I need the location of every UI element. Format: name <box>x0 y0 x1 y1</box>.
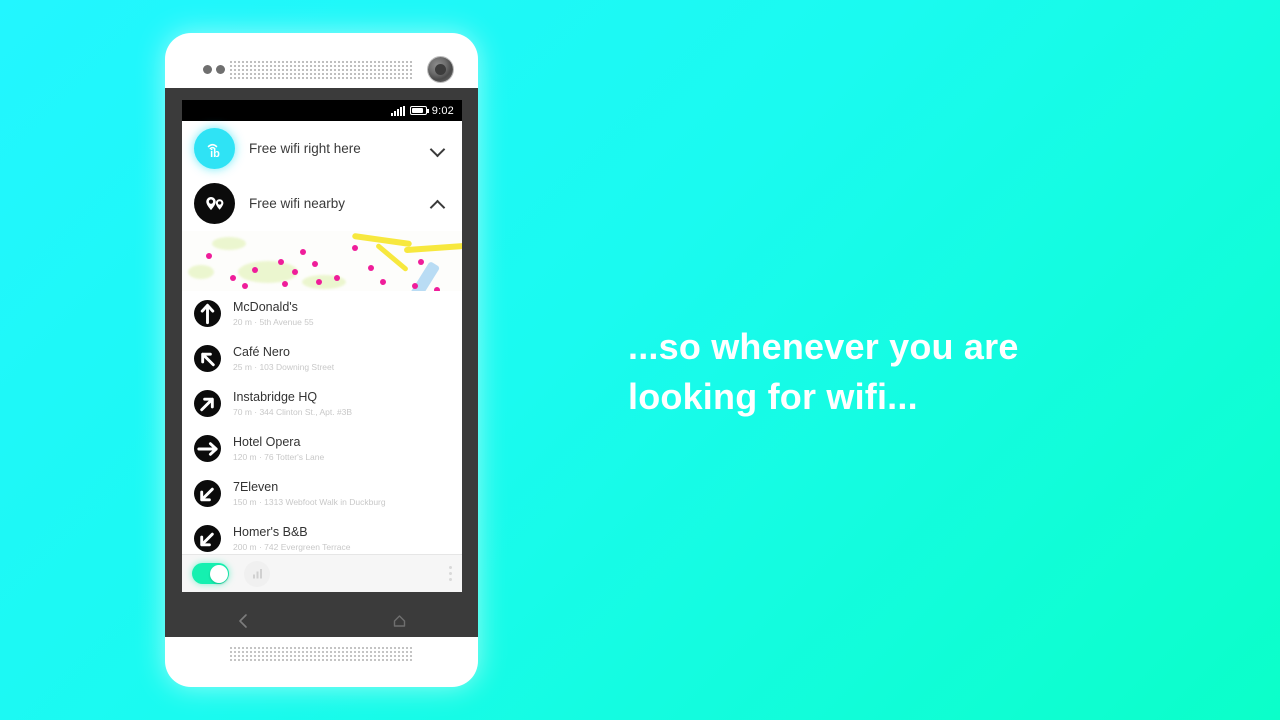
section-label: Free wifi right here <box>249 141 361 156</box>
caption-text: ...so whenever you are looking for wifi.… <box>628 322 1148 421</box>
map-hotspot-dot <box>312 261 318 267</box>
hotspot-detail: 25 m · 103 Downing Street <box>233 361 335 372</box>
hotspot-detail: 200 m · 742 Evergreen Terrace <box>233 541 351 552</box>
phone-screen: 9:02 ib Free wifi right here Free wifi n… <box>182 100 462 592</box>
direction-arrow-up-icon <box>194 300 221 327</box>
proximity-sensor-icon <box>203 65 212 74</box>
app-bottom-bar <box>182 554 462 592</box>
front-camera-icon <box>428 57 453 82</box>
hotspot-row[interactable]: 7Eleven 150 m · 1313 Webfoot Walk in Duck… <box>182 471 462 516</box>
map-hotspot-dot <box>206 253 212 259</box>
back-chevron-icon[interactable] <box>165 613 322 629</box>
hotspot-row[interactable]: McDonald's 20 m · 5th Avenue 55 <box>182 291 462 336</box>
phone-screen-bezel: 9:02 ib Free wifi right here Free wifi n… <box>165 88 478 635</box>
status-bar-clock: 9:02 <box>431 104 454 117</box>
wifi-toggle[interactable] <box>192 563 229 584</box>
earpiece-speaker-grille <box>229 60 414 79</box>
map-hotspot-dot <box>316 279 322 285</box>
map-hotspot-dot <box>418 259 424 265</box>
svg-text:ib: ib <box>210 148 220 160</box>
map-hotspot-dot <box>334 275 340 281</box>
hotspot-detail: 20 m · 5th Avenue 55 <box>233 316 314 327</box>
section-label: Free wifi nearby <box>249 196 346 211</box>
signal-strength-icon[interactable] <box>244 560 270 587</box>
map-hotspot-dot <box>278 259 284 265</box>
caption-line-2: looking for wifi... <box>628 375 918 417</box>
chevron-down-icon[interactable] <box>430 141 446 157</box>
direction-arrow-up-right-icon <box>194 390 221 417</box>
hotspot-list: McDonald's 20 m · 5th Avenue 55 Café Nero 2… <box>182 291 462 561</box>
hotspot-name: 7Eleven <box>233 480 279 495</box>
overflow-menu-icon[interactable] <box>449 566 452 581</box>
status-bar: 9:02 <box>182 100 462 121</box>
instabridge-logo-icon: ib <box>194 128 235 169</box>
hotspot-row[interactable]: Café Nero 25 m · 103 Downing Street <box>182 336 462 381</box>
hotspot-name: McDonald's <box>233 300 298 315</box>
caption-line-1: ...so whenever you are <box>628 326 1019 367</box>
hotspot-detail: 120 m · 76 Totter's Lane <box>233 451 325 462</box>
map-hotspot-dot <box>368 265 374 271</box>
battery-icon <box>409 106 429 115</box>
hotspot-detail: 70 m · 344 Clinton St., Apt. #3B <box>233 406 353 417</box>
map-hotspot-dot <box>252 267 258 273</box>
direction-arrow-down-left-icon <box>194 480 221 507</box>
map-hotspot-dot <box>230 275 236 281</box>
signal-bars-icon <box>390 105 405 116</box>
map-hotspot-dot <box>242 283 248 289</box>
android-navigation-bar <box>165 604 478 637</box>
home-icon[interactable] <box>322 613 479 629</box>
map-hotspot-dot <box>380 279 386 285</box>
hotspot-name: Instabridge HQ <box>233 390 318 405</box>
section-free-wifi-nearby[interactable]: Free wifi nearby <box>182 176 462 231</box>
hotspot-detail: 150 m · 1313 Webfoot Walk in Duckburg <box>233 496 386 507</box>
hotspot-name: Café Nero <box>233 345 290 360</box>
hotspot-row[interactable]: Instabridge HQ 70 m · 344 Clinton St., Ap… <box>182 381 462 426</box>
map-hotspot-dot <box>300 249 306 255</box>
direction-arrow-up-left-icon <box>194 345 221 372</box>
light-sensor-icon <box>216 65 225 74</box>
direction-arrow-down-left-icon <box>194 525 221 552</box>
map-hotspot-dot <box>352 245 358 251</box>
map-hotspot-dot <box>434 287 440 291</box>
map-hotspot-dot <box>282 281 288 287</box>
hotspot-name: Hotel Opera <box>233 435 301 450</box>
hotspot-row[interactable]: Hotel Opera 120 m · 76 Totter's Lane <box>182 426 462 471</box>
bottom-speaker-grille <box>229 646 414 661</box>
map-pins-icon <box>194 183 235 224</box>
hotspot-name: Homer's B&B <box>233 525 308 540</box>
section-free-wifi-right-here[interactable]: ib Free wifi right here <box>182 121 462 176</box>
nearby-wifi-map[interactable] <box>182 231 462 291</box>
chevron-up-icon[interactable] <box>430 196 446 212</box>
direction-arrow-right-icon <box>194 435 221 462</box>
map-hotspot-dot <box>412 283 418 289</box>
map-hotspot-dot <box>292 269 298 275</box>
